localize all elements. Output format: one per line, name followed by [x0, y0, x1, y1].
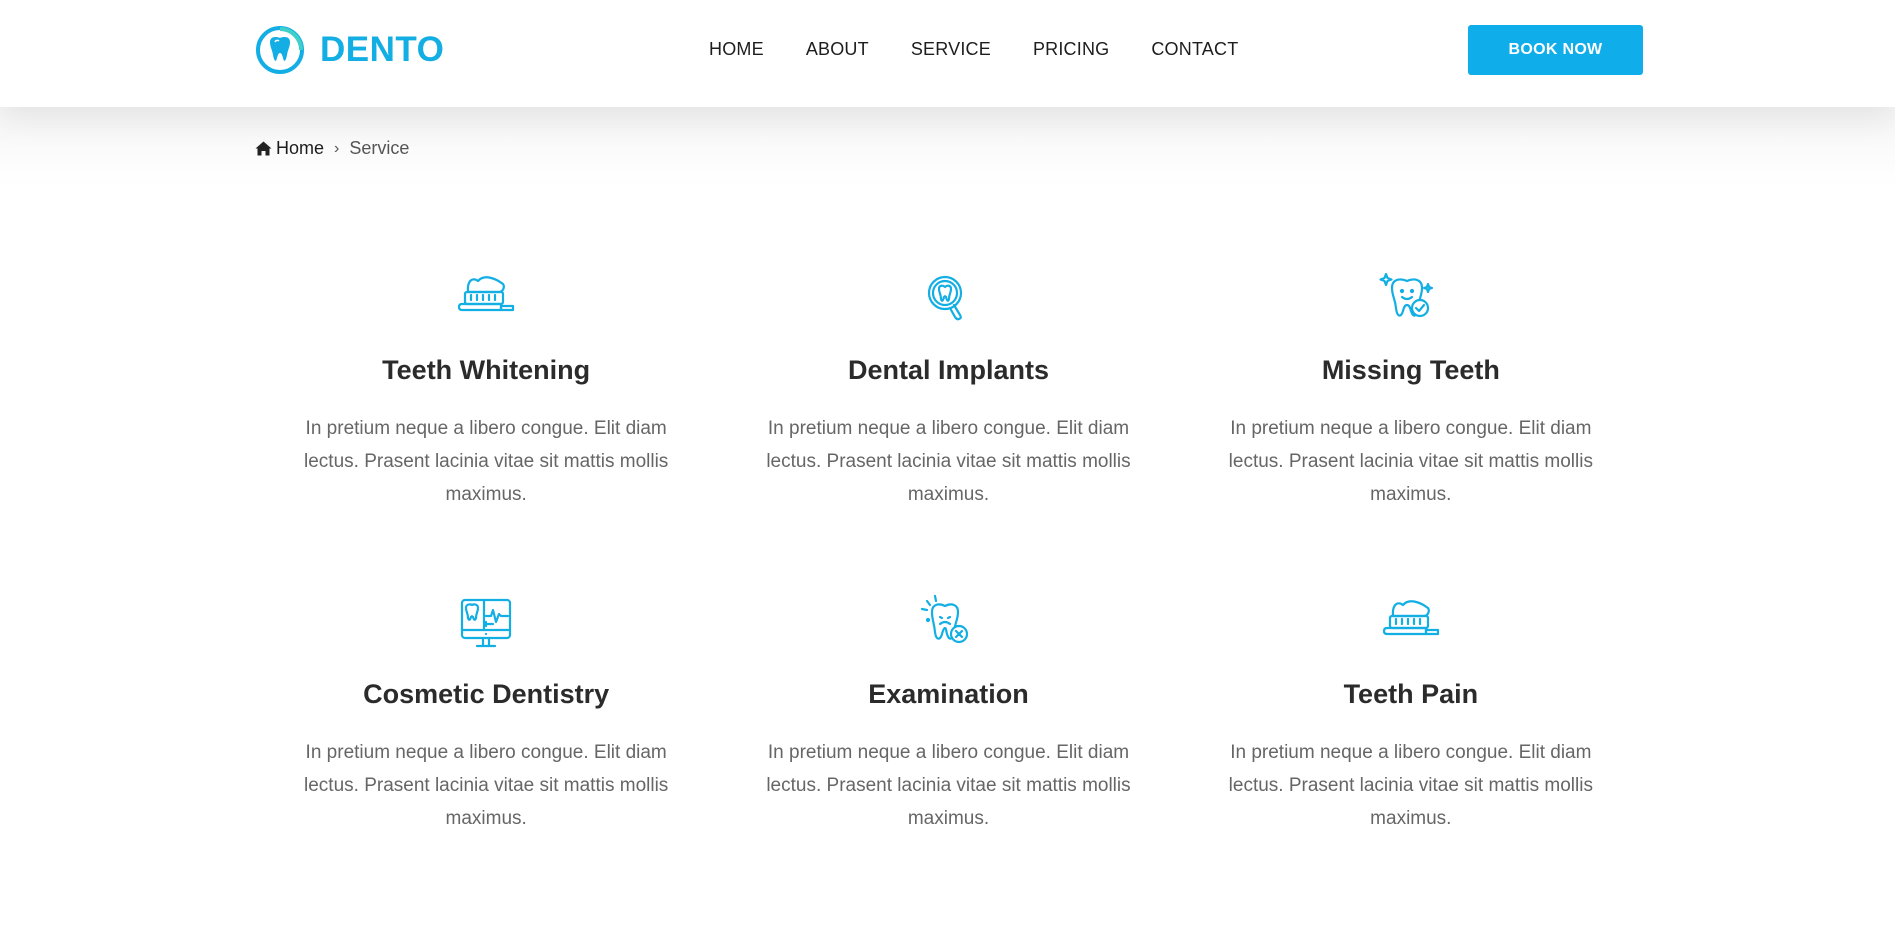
toothbrush-icon [458, 276, 515, 312]
service-desc: In pretium neque a libero congue. Elit d… [766, 742, 1131, 829]
breadcrumb-home-label: Home [276, 138, 325, 158]
service-desc: In pretium neque a libero congue. Elit d… [766, 418, 1131, 505]
nav-pricing[interactable]: PRICING [1033, 37, 1109, 61]
nav-about[interactable]: ABOUT [806, 37, 869, 61]
site-header: DENTO HOME ABOUT SERVICE PRICING CONTACT… [0, 0, 1895, 107]
happy-tooth-icon [1379, 272, 1433, 318]
service-title: Teeth Whitening [382, 355, 591, 385]
home-icon [255, 141, 272, 156]
service-desc: In pretium neque a libero congue. Elit d… [304, 418, 669, 505]
book-now-button[interactable]: BOOK NOW [1468, 25, 1643, 75]
tooth-logo-icon [256, 26, 304, 74]
tooth-magnifier-icon [928, 275, 963, 321]
service-title: Cosmetic Dentistry [363, 679, 610, 709]
nav-home[interactable]: HOME [709, 37, 764, 61]
nav-contact[interactable]: CONTACT [1151, 37, 1238, 61]
service-card: Teeth Whitening In pretium neque a liber… [255, 270, 717, 536]
breadcrumb-current: Service [349, 138, 410, 158]
service-desc: In pretium neque a libero congue. Elit d… [304, 742, 669, 829]
service-card: Dental Implants In pretium neque a liber… [717, 270, 1179, 536]
breadcrumb-home-link[interactable]: Home [255, 138, 324, 159]
service-card: Cosmetic Dentistry In pretium neque a li… [255, 594, 717, 860]
service-title: Dental Implants [847, 355, 1050, 385]
service-desc: In pretium neque a libero congue. Elit d… [1228, 418, 1593, 505]
service-title: Teeth Pain [1343, 679, 1479, 709]
logo[interactable]: DENTO [255, 25, 444, 75]
nav-service[interactable]: SERVICE [911, 37, 991, 61]
chevron-right-icon: › [334, 139, 340, 157]
dental-monitor-icon [461, 598, 512, 648]
breadcrumb: Home › Service [255, 138, 409, 159]
broken-tooth-icon [921, 594, 969, 644]
brand-name: DENTO [320, 30, 445, 69]
service-card: Examination In pretium neque a libero co… [717, 594, 1179, 860]
main-nav: HOME ABOUT SERVICE PRICING CONTACT [709, 37, 1238, 61]
service-title: Missing Teeth [1321, 355, 1500, 385]
service-card: Missing Teeth In pretium neque a libero … [1180, 270, 1642, 536]
toothbrush-icon [1382, 600, 1439, 636]
service-desc: In pretium neque a libero congue. Elit d… [1228, 742, 1593, 829]
service-card: Teeth Pain In pretium neque a libero con… [1180, 594, 1642, 860]
service-title: Examination [868, 679, 1029, 709]
services-grid: Teeth Whitening In pretium neque a liber… [255, 270, 1642, 860]
